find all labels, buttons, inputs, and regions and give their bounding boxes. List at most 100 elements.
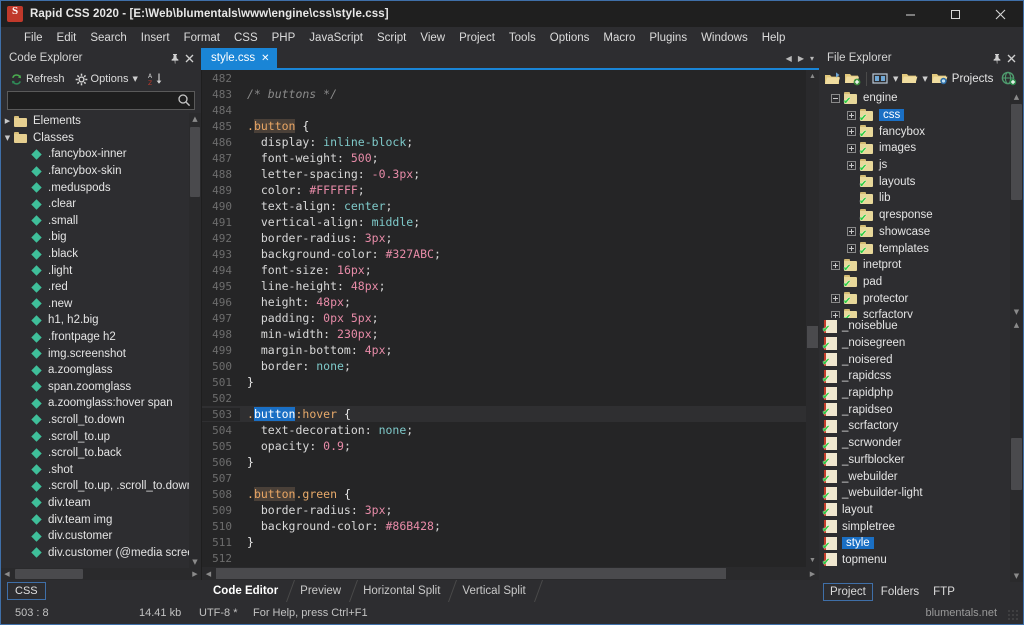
resize-grip[interactable]: [1007, 609, 1019, 621]
code-line[interactable]: 498 min-width: 230px;: [202, 326, 806, 342]
scroll-down-arrow[interactable]: ▼: [189, 556, 201, 568]
expand-icon[interactable]: [847, 244, 856, 254]
file-list-item[interactable]: ✔ _noiseblue: [819, 318, 1010, 335]
minimize-button[interactable]: [888, 1, 933, 27]
editor-vscrollbar[interactable]: ▲ ▼: [806, 70, 819, 567]
menu-file[interactable]: File: [17, 29, 50, 47]
tree-item-class[interactable]: .red: [1, 279, 189, 296]
chevron-down-icon[interactable]: ▼: [893, 75, 898, 83]
scroll-down-arrow[interactable]: ▼: [1010, 305, 1023, 318]
close-icon[interactable]: ✕: [261, 53, 269, 64]
code-line[interactable]: 484: [202, 102, 806, 118]
code-line[interactable]: 510 background-color: #86B428;: [202, 518, 806, 534]
chevron-right-icon[interactable]: ▶: [1, 117, 14, 125]
globe-icon[interactable]: [1000, 71, 1017, 87]
add-folder-icon[interactable]: [844, 71, 861, 87]
code-editor[interactable]: 482 483/* buttons */484 485 .button {486 di…: [202, 70, 819, 567]
menu-help[interactable]: Help: [755, 29, 793, 47]
collapse-icon[interactable]: [831, 93, 840, 103]
file-explorer-tree[interactable]: ✔ engine ✔ css ✔ fancybox ✔ images ✔ js ✔ layouts ✔ l…: [819, 90, 1023, 318]
tab-folders[interactable]: Folders: [875, 584, 925, 600]
file-tree-item[interactable]: ✔ images: [819, 140, 1010, 157]
file-list-item[interactable]: ✔ _webuilder: [819, 468, 1010, 485]
tab-horizontal-split[interactable]: Horizontal Split: [353, 580, 452, 602]
file-list-item[interactable]: ✔ simpletree: [819, 518, 1010, 535]
scroll-up-arrow[interactable]: ▲: [806, 70, 819, 83]
tree-item-class[interactable]: .scroll_to.up, .scroll_to.down,: [1, 478, 189, 495]
file-explorer-tree-scrollbar[interactable]: ▲ ▼: [1010, 90, 1023, 318]
tree-item-elements[interactable]: ▶ Elements: [1, 113, 189, 130]
tab-vertical-split[interactable]: Vertical Split: [452, 580, 537, 602]
scroll-right-arrow[interactable]: ▶: [189, 570, 201, 578]
code-line[interactable]: 494 font-size: 16px;: [202, 262, 806, 278]
tab-project[interactable]: Project: [823, 583, 873, 601]
sort-az-button[interactable]: A Z: [145, 70, 167, 88]
scrollbar-thumb[interactable]: [807, 326, 818, 348]
code-line[interactable]: 509 border-radius: 3px;: [202, 502, 806, 518]
code-line[interactable]: 487 font-weight: 500;: [202, 150, 806, 166]
code-line[interactable]: 497 padding: 0px 5px;: [202, 310, 806, 326]
scroll-left-arrow[interactable]: ◀: [202, 570, 215, 578]
tree-item-class[interactable]: div.customer: [1, 528, 189, 545]
menu-tools[interactable]: Tools: [502, 29, 543, 47]
file-explorer-file-list[interactable]: ✔ _noiseblue ✔ _noisegreen ✔ _noisered ✔ _rapid…: [819, 318, 1023, 582]
menu-options[interactable]: Options: [543, 29, 597, 47]
tree-item-class[interactable]: div.team img: [1, 511, 189, 528]
tree-item-class[interactable]: .scroll_to.back: [1, 445, 189, 462]
expand-icon[interactable]: [847, 143, 856, 153]
code-line[interactable]: 503 .button:hover {: [202, 406, 806, 422]
code-line[interactable]: 501}: [202, 374, 806, 390]
code-line[interactable]: 490 text-align: center;: [202, 198, 806, 214]
scrollbar-thumb[interactable]: [1011, 104, 1022, 200]
code-line[interactable]: 507: [202, 470, 806, 486]
tab-ftp[interactable]: FTP: [927, 584, 961, 600]
file-tree-item[interactable]: ✔ showcase: [819, 224, 1010, 241]
tree-item-class[interactable]: img.screenshot: [1, 345, 189, 362]
expand-icon[interactable]: [831, 294, 840, 304]
chevron-left-icon[interactable]: ◀: [786, 54, 792, 63]
file-list-item[interactable]: ✔ _rapidseo: [819, 401, 1010, 418]
file-tree-item[interactable]: ✔ scrfactory: [819, 307, 1010, 318]
expand-icon[interactable]: [831, 260, 840, 270]
tree-item-class[interactable]: .shot: [1, 461, 189, 478]
file-list-item[interactable]: ✔ _scrfactory: [819, 418, 1010, 435]
chevron-down-icon[interactable]: ▾: [810, 54, 814, 63]
pin-icon[interactable]: [167, 50, 182, 66]
file-tree-item[interactable]: ✔ css: [819, 107, 1010, 124]
scroll-right-arrow[interactable]: ▶: [806, 570, 819, 578]
code-line[interactable]: 495 line-height: 48px;: [202, 278, 806, 294]
expand-icon[interactable]: [847, 227, 856, 237]
tree-item-classes[interactable]: ▼ Classes: [1, 130, 189, 147]
file-tree-item[interactable]: ✔ templates: [819, 240, 1010, 257]
tree-item-class[interactable]: .fancybox-inner: [1, 146, 189, 163]
file-tree-item[interactable]: ✔ engine: [819, 90, 1010, 107]
tree-item-class[interactable]: a.zoomglass: [1, 362, 189, 379]
tree-item-class[interactable]: .light: [1, 262, 189, 279]
file-list-item[interactable]: ✔ _noisered: [819, 351, 1010, 368]
tree-item-class[interactable]: .small: [1, 213, 189, 230]
file-list-scrollbar[interactable]: ▲ ▼: [1010, 318, 1023, 582]
file-tree-item[interactable]: ✔ inetprot: [819, 257, 1010, 274]
code-explorer-search[interactable]: [7, 91, 195, 110]
close-button[interactable]: [978, 1, 1023, 27]
scroll-down-arrow[interactable]: ▼: [806, 554, 819, 567]
chevron-down-icon[interactable]: ▼: [922, 75, 927, 83]
code-line[interactable]: 489 color: #FFFFFF;: [202, 182, 806, 198]
options-button[interactable]: Options ▼: [72, 70, 141, 88]
code-line[interactable]: 491 vertical-align: middle;: [202, 214, 806, 230]
menu-project[interactable]: Project: [452, 29, 502, 47]
hscrollbar-thumb[interactable]: [15, 569, 83, 579]
tree-item-class[interactable]: div.team: [1, 495, 189, 512]
close-icon[interactable]: [182, 50, 197, 66]
file-list-item[interactable]: ✔ style: [819, 535, 1010, 552]
tree-item-class[interactable]: span.zoomglass: [1, 379, 189, 396]
file-tree-item[interactable]: ✔ js: [819, 157, 1010, 174]
menu-search[interactable]: Search: [83, 29, 133, 47]
search-input[interactable]: [8, 92, 194, 109]
menu-edit[interactable]: Edit: [50, 29, 84, 47]
tree-item-class[interactable]: div.customer (@media screen: [1, 544, 189, 561]
code-line[interactable]: 483 /* buttons */: [202, 86, 806, 102]
menu-macro[interactable]: Macro: [596, 29, 642, 47]
chevron-down-icon[interactable]: ▼: [1, 134, 14, 142]
expand-icon[interactable]: [847, 127, 856, 137]
